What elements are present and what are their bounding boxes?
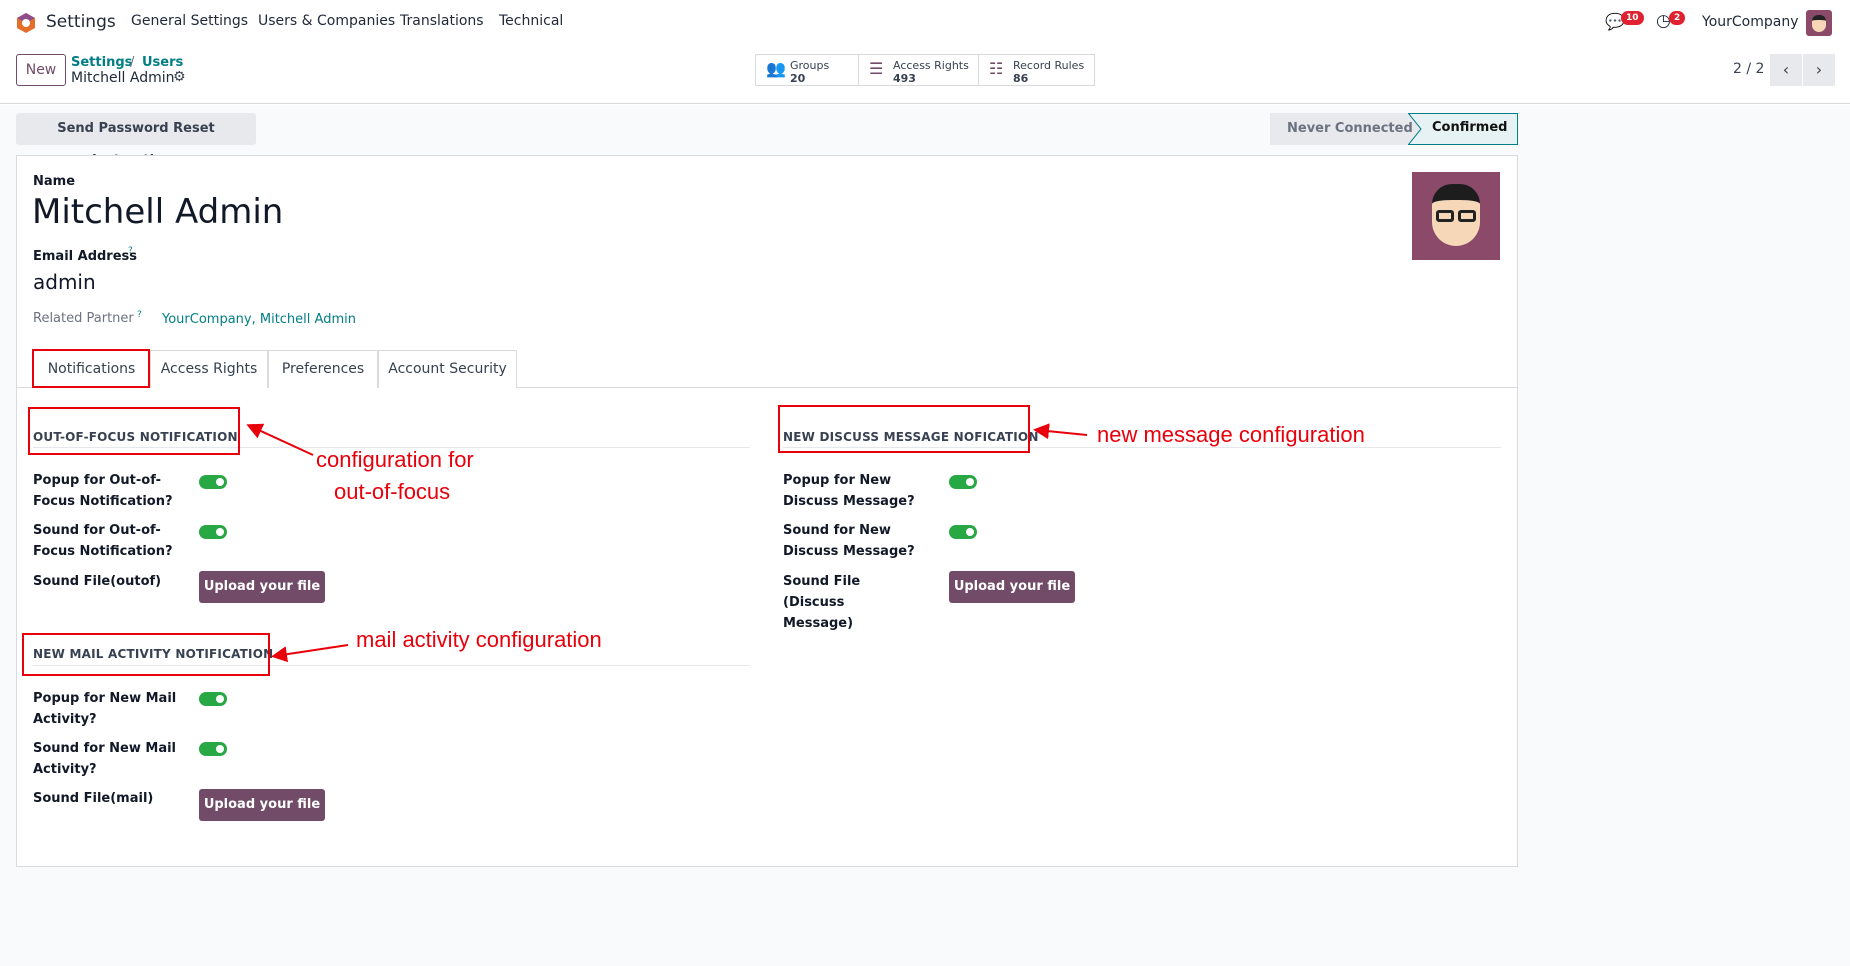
annotation-mail: mail activity configuration: [356, 627, 602, 652]
annotation-arrows: [246, 423, 1088, 663]
annotation-focus-line2: out-of-focus: [334, 479, 451, 504]
annotation-focus-line1: configuration for: [316, 447, 474, 472]
annotation-discuss: new message configuration: [1097, 422, 1365, 447]
